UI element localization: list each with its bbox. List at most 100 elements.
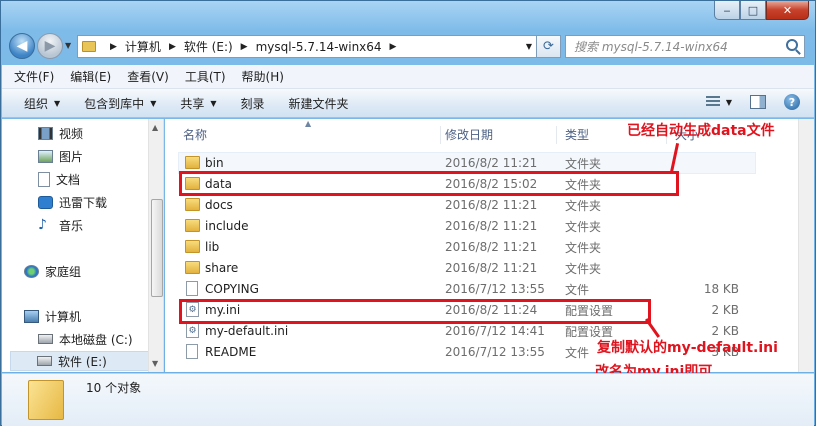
breadcrumb-computer[interactable]: 计算机	[125, 38, 161, 55]
folder-icon	[185, 156, 200, 169]
file-row-bin[interactable]: bin 2016/8/2 11:21 文件夹	[178, 152, 756, 174]
annotation-box-data	[179, 171, 679, 196]
file-row-docs[interactable]: docs 2016/8/2 11:21 文件夹	[179, 195, 755, 215]
close-button[interactable]: ✕	[766, 1, 809, 20]
address-dropdown[interactable]: ▼	[526, 42, 532, 51]
disk-icon	[38, 334, 53, 344]
chevron-right-icon[interactable]: ▶	[169, 42, 176, 52]
file-type: 文件夹	[565, 219, 602, 234]
back-button[interactable]: ◀	[9, 33, 35, 59]
file-date: 2016/8/2 11:21	[445, 261, 538, 275]
annotation-note-copy: 复制默认的my-default.ini	[597, 340, 778, 356]
menu-tools[interactable]: 工具(T)	[185, 68, 226, 85]
sidebar-item-music[interactable]: ♪ 音乐	[38, 215, 83, 235]
sidebar-item-drive-e[interactable]: 软件 (E:)	[10, 351, 150, 371]
sidebar-item-label: 视频	[59, 126, 84, 141]
breadcrumb: ▶ 计算机 ▶ 软件 (E:) ▶ mysql-5.7.14-winx64 ▶	[102, 38, 404, 55]
file-type: 文件	[565, 345, 590, 360]
item-count: 10 个对象	[86, 381, 142, 395]
file-row-include[interactable]: include 2016/8/2 11:21 文件夹	[179, 216, 755, 236]
file-date: 2016/7/12 14:41	[445, 324, 545, 338]
menu-view[interactable]: 查看(V)	[127, 68, 169, 85]
forward-button[interactable]: ▶	[37, 33, 63, 59]
preview-pane-icon[interactable]	[750, 95, 766, 109]
column-date-header[interactable]: 修改日期	[437, 126, 557, 144]
search-input[interactable]: 搜索 mysql-5.7.14-winx64	[565, 35, 805, 58]
file-list: ▲ 名称 修改日期 类型 大小 bin 2016/8/2 11:21 文件夹 d…	[165, 119, 814, 372]
burn-button[interactable]: 刻录	[241, 95, 265, 112]
sidebar-item-label: 音乐	[59, 218, 84, 233]
explorer-window: ‒ □ ✕ ◀ ▶ ▼ ▶ 计算机 ▶ 软件 (E:) ▶ mysql-5.7.…	[0, 0, 816, 426]
new-folder-label: 新建文件夹	[288, 96, 349, 111]
file-row-share[interactable]: share 2016/8/2 11:21 文件夹	[179, 258, 755, 278]
sidebar-item-drive-c[interactable]: 本地磁盘 (C:)	[38, 329, 133, 349]
breadcrumb-drive-e[interactable]: 软件 (E:)	[184, 38, 233, 55]
help-icon[interactable]: ?	[784, 94, 800, 110]
sidebar-item-videos[interactable]: 视频	[38, 123, 83, 143]
folder-icon	[185, 240, 200, 253]
share-label: 共享	[180, 96, 205, 111]
chevron-right-icon[interactable]: ▶	[110, 42, 117, 52]
chevron-right-icon[interactable]: ▶	[390, 42, 397, 52]
picture-icon	[38, 149, 53, 163]
menu-edit[interactable]: 编辑(E)	[70, 68, 111, 85]
sidebar-item-label: 家庭组	[45, 264, 82, 279]
menu-bar: 文件(F) 编辑(E) 查看(V) 工具(T) 帮助(H)	[2, 65, 814, 89]
scrollbar-thumb[interactable]	[151, 199, 163, 297]
file-type: 文件夹	[565, 198, 602, 213]
caption-buttons: ‒ □ ✕	[714, 1, 809, 20]
search-icon[interactable]	[786, 39, 798, 51]
address-bar[interactable]: ▶ 计算机 ▶ 软件 (E:) ▶ mysql-5.7.14-winx64 ▶ …	[77, 35, 537, 58]
file-row-copying[interactable]: COPYING 2016/7/12 13:55 文件 18 KB	[179, 279, 755, 299]
sidebar-item-label: 计算机	[45, 309, 82, 324]
breadcrumb-mysql-folder[interactable]: mysql-5.7.14-winx64	[256, 40, 382, 54]
file-list-scrollbar[interactable]	[798, 119, 814, 372]
menu-file[interactable]: 文件(F)	[14, 68, 54, 85]
maximize-button[interactable]: □	[740, 1, 766, 20]
scroll-up-arrow-icon[interactable]: ▲	[152, 123, 158, 132]
disk-icon	[37, 356, 52, 366]
scroll-down-arrow-icon[interactable]: ▼	[152, 359, 158, 368]
minimize-button[interactable]: ‒	[714, 1, 740, 20]
folder-icon	[185, 219, 200, 232]
sidebar-item-documents[interactable]: 文档	[38, 169, 80, 189]
folder-icon	[185, 261, 200, 274]
file-date: 2016/8/2 11:21	[445, 219, 538, 233]
file-row-lib[interactable]: lib 2016/8/2 11:21 文件夹	[179, 237, 755, 257]
chevron-down-icon[interactable]: ▼	[726, 98, 732, 107]
chevron-down-icon: ▼	[150, 98, 157, 108]
sidebar-item-label: 图片	[59, 149, 84, 164]
refresh-button[interactable]: ⟳	[537, 35, 561, 58]
organize-button[interactable]: 组织 ▼	[24, 95, 60, 112]
sidebar-item-pictures[interactable]: 图片	[38, 146, 83, 166]
file-date: 2016/8/2 11:21	[445, 198, 538, 212]
video-icon	[38, 126, 53, 140]
view-options-icon[interactable]	[705, 96, 720, 108]
annotation-note-data: 已经自动生成data文件	[627, 123, 775, 139]
annotation-box-my-ini	[179, 299, 651, 324]
share-button[interactable]: 共享 ▼	[180, 95, 216, 112]
command-bar-right: ▼ ?	[705, 94, 800, 110]
homegroup-icon	[24, 264, 39, 278]
file-name: bin	[205, 156, 224, 170]
chevron-down-icon: ▼	[210, 98, 217, 108]
file-size: 18 KB	[703, 282, 739, 296]
file-icon	[186, 281, 198, 296]
menu-help[interactable]: 帮助(H)	[242, 68, 284, 85]
include-in-library-button[interactable]: 包含到库中 ▼	[84, 95, 156, 112]
sidebar-item-thunder-downloads[interactable]: 迅雷下载	[38, 192, 107, 212]
sidebar-item-computer[interactable]: 计算机	[24, 306, 81, 326]
navigation-scrollbar[interactable]: ▲ ▼	[148, 119, 163, 372]
recent-pages-dropdown[interactable]: ▼	[65, 41, 71, 50]
file-date: 2016/8/2 11:21	[445, 156, 538, 170]
chevron-right-icon[interactable]: ▶	[241, 42, 248, 52]
file-name: share	[205, 261, 239, 275]
column-name-header[interactable]: 名称	[175, 126, 441, 144]
sidebar-item-label: 本地磁盘 (C:)	[59, 332, 133, 347]
file-date: 2016/7/12 13:55	[445, 345, 545, 359]
details-pane: 10 个对象	[2, 373, 814, 426]
sidebar-item-homegroup[interactable]: 家庭组	[24, 261, 81, 281]
new-folder-button[interactable]: 新建文件夹	[289, 95, 349, 112]
file-size: 2 KB	[711, 303, 739, 317]
settings-file-icon: ⚙	[186, 323, 199, 338]
